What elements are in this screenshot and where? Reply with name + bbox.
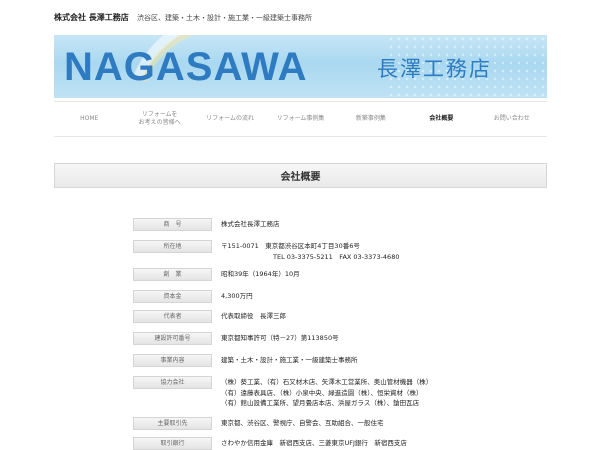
nav-item-reform-flow[interactable]: リフォームの流れ — [195, 102, 265, 136]
value-line: 昭和39年（1964年）10月 — [221, 270, 300, 278]
row-label: 事業内容 — [133, 354, 212, 367]
row-value: （株）葵工業、（有）石又材木店、矢澤木工営業所、奥山管材機器（株） （有）遠藤表… — [221, 377, 551, 409]
section-title: 会社概要 — [54, 163, 547, 188]
nav-item-home[interactable]: HOME — [54, 102, 124, 136]
value-line: 代表取締役 長澤三郎 — [221, 312, 286, 320]
row-label: 建設許可番号 — [133, 332, 212, 345]
value-line: （有）館山設備工業所、望月畳店本店、浜屋ガラス（株）、鎗田瓦店 — [221, 399, 420, 407]
row-value: 4,300万円 — [221, 291, 551, 302]
row-label: 協力会社 — [133, 376, 212, 389]
value-line: 株式会社長澤工務店 — [221, 220, 280, 228]
site-tagline: 渋谷区、建築・土木・設計・施工業・一級建築士事務所 — [137, 14, 313, 22]
nav-item-contact[interactable]: お問い合わせ — [477, 102, 547, 136]
value-line: TEL 03-3375-5211 FAX 03-3373-4680 — [273, 252, 400, 261]
top-header-bar: 株式会社 長澤工務店 渋谷区、建築・土木・設計・施工業・一級建築士事務所 — [54, 12, 554, 26]
row-value: 代表取締役 長澤三郎 — [221, 311, 551, 322]
row-value: 東京都知事許可（特－27）第113850号 — [221, 333, 551, 344]
row-value: 〒151-0071 東京都渋谷区本町4丁目30番6号 TEL 03-3375-5… — [221, 241, 551, 262]
global-nav: HOME リフォームを お考えの皆様へ リフォームの流れ リフォーム事例集 新築… — [54, 101, 547, 137]
nav-label: リフォームを お考えの皆様へ — [138, 111, 181, 126]
row-label: 所在地 — [133, 240, 212, 253]
nav-item-reform-intro[interactable]: リフォームを お考えの皆様へ — [124, 102, 194, 136]
logo-english: NAGASAWA — [64, 45, 308, 89]
nav-label: HOME — [80, 115, 99, 122]
value-line: 〒151-0071 東京都渋谷区本町4丁目30番6号 — [221, 242, 360, 250]
nav-label: リフォーム事例集 — [276, 115, 325, 122]
nav-label: リフォームの流れ — [206, 115, 254, 122]
row-label: 主要取引先 — [133, 417, 212, 430]
row-label: 商 号 — [133, 218, 212, 231]
logo-japanese: 長澤工務店 — [377, 57, 492, 81]
row-label: 取引銀行 — [133, 437, 212, 450]
value-line: （有）遠藤表具店、（株）小泉中央、緑進造園（株）、恒栄資材（株） — [221, 388, 423, 397]
value-line: 4,300万円 — [221, 292, 253, 300]
row-label: 資本金 — [133, 290, 212, 303]
nav-item-company[interactable]: 会社概要 — [406, 102, 476, 136]
value-line: 東京都、渋谷区、警視庁、自警会、互助組合、一般住宅 — [221, 419, 384, 427]
value-line: さわやか信用金庫 新宿西支店、三菱東京UFJ銀行 新宿西支店 — [221, 439, 407, 447]
nav-item-reform-cases[interactable]: リフォーム事例集 — [265, 102, 335, 136]
company-name: 株式会社 長澤工務店 — [54, 13, 129, 22]
row-value: 建築・土木・設計・施工業・一級建築士事務所 — [221, 355, 551, 366]
row-value: さわやか信用金庫 新宿西支店、三菱東京UFJ銀行 新宿西支店 — [221, 438, 551, 449]
row-value: 東京都、渋谷区、警視庁、自警会、互助組合、一般住宅 — [221, 418, 551, 429]
nav-label: 会社概要 — [429, 115, 454, 122]
nav-item-newbuild-cases[interactable]: 新築事例集 — [336, 102, 406, 136]
value-line: 東京都知事許可（特－27）第113850号 — [221, 334, 339, 342]
header-banner[interactable]: NAGASAWA 長澤工務店 — [54, 35, 547, 98]
nav-label: お問い合わせ — [493, 115, 530, 122]
value-line: （株）葵工業、（有）石又材木店、矢澤木工営業所、奥山管材機器（株） — [221, 378, 433, 386]
row-value: 昭和39年（1964年）10月 — [221, 269, 551, 280]
row-label: 代表者 — [133, 310, 212, 323]
row-label: 創 業 — [133, 268, 212, 281]
row-value: 株式会社長澤工務店 — [221, 219, 551, 230]
value-line: 建築・土木・設計・施工業・一級建築士事務所 — [221, 356, 358, 364]
nav-label: 新築事例集 — [355, 115, 386, 122]
